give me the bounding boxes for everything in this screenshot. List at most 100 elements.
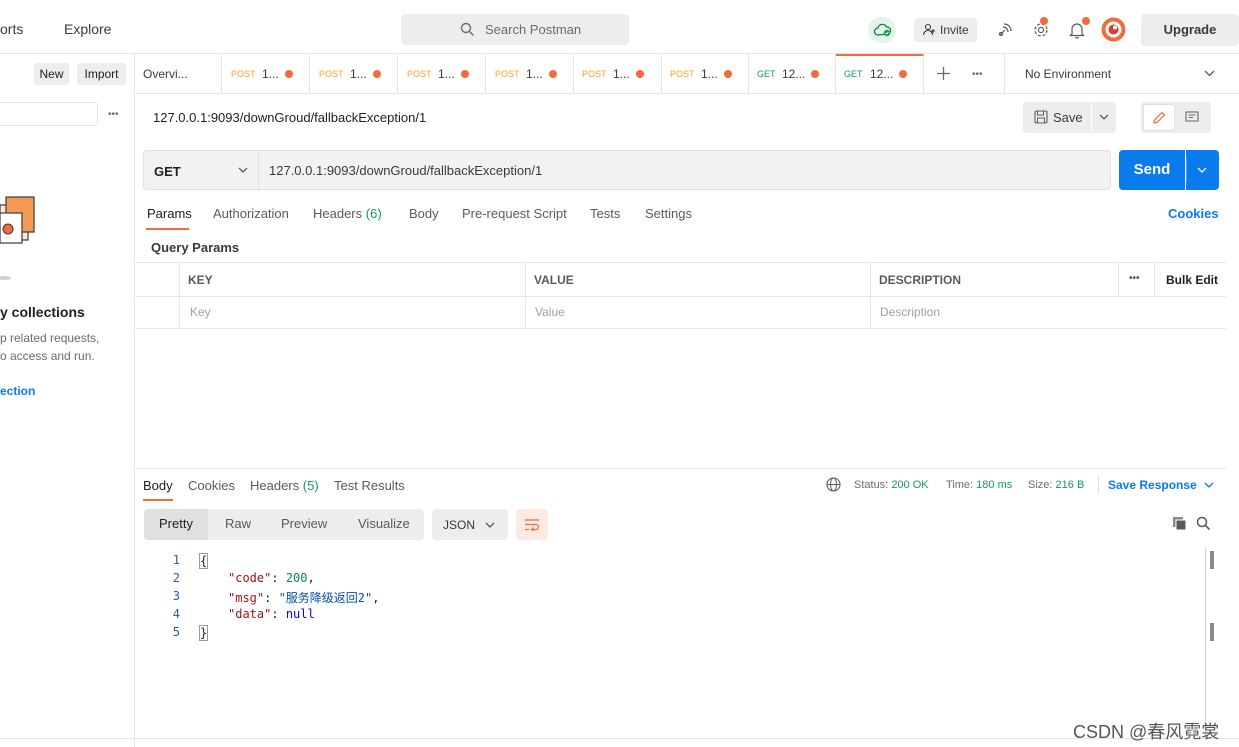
divider (870, 263, 871, 329)
method-label: GET (154, 164, 181, 179)
response-tab-cookies[interactable]: Cookies (188, 478, 235, 493)
vertical-scrollbar[interactable] (1205, 548, 1206, 740)
size-label: Size: (1028, 479, 1053, 491)
code-line: "data": null (228, 607, 315, 621)
tab-overview[interactable]: Overvi... (135, 54, 222, 94)
chevron-down-icon (1099, 114, 1109, 120)
chevron-down-icon (238, 167, 248, 173)
user-avatar[interactable] (1101, 17, 1126, 42)
tab-authorization[interactable]: Authorization (213, 206, 289, 221)
tab-request[interactable]: POST 1... (310, 54, 398, 94)
satellite-icon[interactable] (997, 21, 1014, 38)
divider (179, 263, 180, 329)
divider (1118, 263, 1119, 296)
response-tab-headers[interactable]: Headers (5) (250, 478, 319, 493)
format-preview[interactable]: Preview (281, 516, 327, 531)
tab-params[interactable]: Params (147, 206, 192, 221)
json-value: null (285, 607, 315, 621)
send-options-button[interactable] (1186, 150, 1219, 190)
value-input[interactable]: Value (535, 305, 565, 319)
key-column-header: KEY (188, 273, 213, 287)
pane-divider[interactable] (135, 468, 1226, 469)
tab-request[interactable]: POST 1... (574, 54, 662, 94)
response-tab-test-results[interactable]: Test Results (334, 478, 405, 493)
upgrade-button[interactable]: Upgrade (1141, 14, 1239, 46)
tab-method: GET (844, 69, 863, 79)
format-raw[interactable]: Raw (225, 516, 251, 531)
tab-request[interactable]: GET 12... (749, 54, 836, 94)
tab-prerequest-script[interactable]: Pre-request Script (462, 206, 567, 221)
unsaved-dot (636, 70, 644, 78)
divider (1154, 263, 1155, 296)
import-button[interactable]: Import (77, 63, 126, 85)
new-button[interactable]: New (34, 63, 69, 85)
chevron-down-icon[interactable] (1204, 70, 1215, 77)
save-button[interactable]: Save (1023, 102, 1091, 133)
tab-request[interactable]: POST 1... (398, 54, 486, 94)
line-number: 2 (172, 571, 180, 585)
tab-body[interactable]: Body (409, 206, 439, 221)
url-input[interactable]: 127.0.0.1:9093/downGroud/fallbackExcepti… (259, 150, 1111, 190)
json-key: "data" (228, 607, 272, 621)
sidebar-more-button[interactable]: ••• (108, 109, 119, 120)
size-value: 216 B (1055, 479, 1085, 491)
send-button[interactable]: Send (1119, 150, 1185, 190)
tab-request-active[interactable]: GET 12... (836, 54, 924, 94)
invite-button[interactable]: Invite (914, 18, 977, 42)
pencil-icon (1152, 111, 1166, 125)
nav-reports[interactable]: orts (0, 21, 23, 37)
tab-headers[interactable]: Headers (6) (313, 206, 382, 221)
json-key: "msg" (228, 591, 265, 605)
bulk-edit-button[interactable]: Bulk Edit (1166, 273, 1218, 287)
divider (1186, 158, 1187, 182)
tab-method: POST (407, 69, 432, 79)
sync-status-button[interactable] (868, 17, 896, 43)
request-title[interactable]: 127.0.0.1:9093/downGroud/fallbackExcepti… (153, 110, 426, 125)
key-input[interactable]: Key (190, 305, 211, 319)
method-select[interactable]: GET (143, 150, 259, 190)
save-response-button[interactable]: Save Response (1108, 478, 1197, 492)
headers-count: (6) (365, 206, 382, 221)
line-number: 3 (172, 589, 180, 603)
search-icon (460, 22, 475, 37)
environment-select[interactable]: No Environment (1025, 67, 1111, 81)
chevron-down-icon (1197, 167, 1207, 173)
cookies-link[interactable]: Cookies (1168, 206, 1219, 221)
tab-request[interactable]: POST 1... (662, 54, 749, 94)
search-input[interactable]: Search Postman (401, 14, 629, 45)
edit-mode-button[interactable] (1143, 104, 1175, 131)
globe-icon[interactable] (826, 477, 841, 492)
tab-request[interactable]: POST 1... (222, 54, 310, 94)
save-options-button[interactable] (1092, 102, 1116, 133)
new-tab-plus-icon[interactable] (937, 67, 950, 80)
response-tab-body[interactable]: Body (143, 478, 173, 493)
nav-explore[interactable]: Explore (64, 21, 111, 37)
create-collection-link[interactable]: ection (0, 384, 35, 398)
tab-overflow-button[interactable]: ••• (972, 69, 983, 80)
unsaved-dot (724, 70, 732, 78)
response-size: Size: 216 B (1028, 479, 1084, 491)
tab-request[interactable]: POST 1... (486, 54, 574, 94)
description-input[interactable]: Description (880, 305, 940, 319)
tab-method: POST (670, 69, 695, 79)
time-label: Time: (946, 479, 974, 491)
add-user-icon (922, 23, 936, 37)
language-select[interactable]: JSON (432, 509, 508, 540)
chevron-down-icon[interactable] (1204, 482, 1214, 488)
tab-tests[interactable]: Tests (590, 206, 620, 221)
time-value: 180 ms (976, 479, 1013, 491)
format-pretty[interactable]: Pretty (159, 516, 193, 531)
format-visualize[interactable]: Visualize (358, 516, 410, 531)
comment-icon[interactable] (1185, 111, 1199, 124)
wrap-lines-button[interactable] (516, 509, 548, 540)
tab-settings[interactable]: Settings (645, 206, 692, 221)
unsaved-dot (899, 70, 907, 78)
unsaved-dot (461, 70, 469, 78)
search-icon[interactable] (1196, 516, 1211, 531)
copy-icon[interactable] (1172, 516, 1187, 531)
unsaved-dot (811, 70, 819, 78)
json-value: "服务降级返回2" (278, 591, 373, 605)
table-more-button[interactable]: ••• (1129, 273, 1140, 284)
settings-notification-dot (1040, 17, 1048, 25)
sidebar-filter-input[interactable] (0, 102, 98, 126)
